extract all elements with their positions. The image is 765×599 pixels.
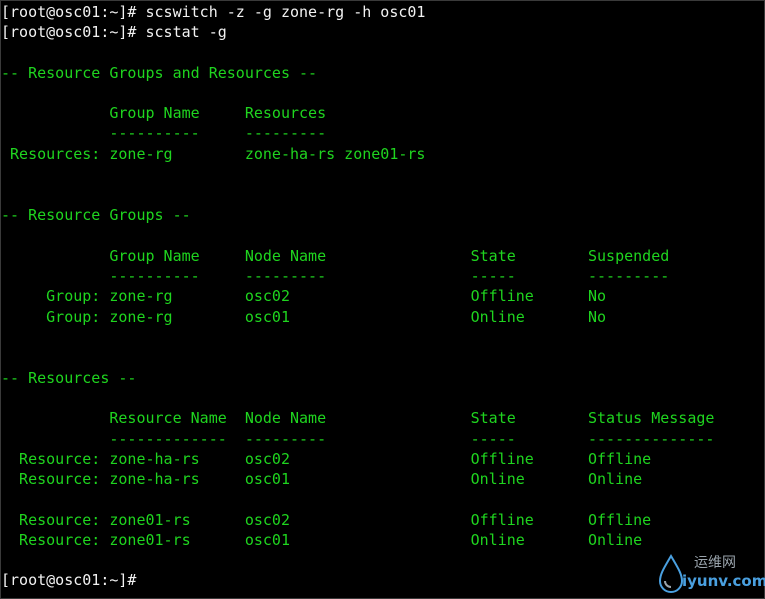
section-header-groups-and-resources: -- Resource Groups and Resources -- [1, 64, 318, 82]
row-resource-zone-ha-rs-osc02: Resource: zone-ha-rs osc02 Offline Offli… [1, 450, 652, 468]
prompt-line-scswitch: [root@osc01:~]# scswitch -z -g zone-rg -… [1, 3, 426, 21]
row-resources-zone-rg: Resources: zone-rg zone-ha-rs zone01-rs [1, 145, 426, 163]
row-resource-zone-ha-rs-osc01: Resource: zone-ha-rs osc01 Online Online [1, 470, 643, 488]
terminal-window[interactable]: [root@osc01:~]# scswitch -z -g zone-rg -… [0, 0, 765, 599]
watermark-en: iyunv.com [682, 572, 765, 590]
prompt-line-scstat: [root@osc01:~]# scstat -g [1, 23, 227, 41]
section-header-resources: -- Resources -- [1, 369, 137, 387]
section-header-resource-groups: -- Resource Groups -- [1, 206, 191, 224]
header-text: Group Name Node Name State Suspended [1, 247, 670, 265]
prompt-line-idle[interactable]: [root@osc01:~]# [1, 570, 136, 590]
watermark-cn: 运维网 [694, 555, 736, 571]
separator-groups-resources: ---------- --------- [1, 124, 327, 142]
row-group-osc01: Group: zone-rg osc01 Online No [1, 308, 607, 326]
column-headers-groups-resources: Group Name Resources [1, 104, 327, 122]
separator-resource-groups: ---------- --------- ----- --------- [1, 267, 670, 285]
watermark-logo: 运维网 iyunv.com [654, 552, 765, 594]
column-headers-resource-groups: Group Name Node Name State Suspended [1, 246, 669, 266]
row-resource-zone01-rs-osc01: Resource: zone01-rs osc01 Online Online [1, 531, 643, 549]
row-group-osc02: Group: zone-rg osc02 Offline No [1, 287, 607, 305]
separator-resources: ------------- --------- ----- ----------… [1, 430, 715, 448]
column-headers-resources: Resource Name Node Name State Status Mes… [1, 409, 715, 427]
row-resource-zone01-rs-osc02: Resource: zone01-rs osc02 Offline Offlin… [1, 511, 652, 529]
